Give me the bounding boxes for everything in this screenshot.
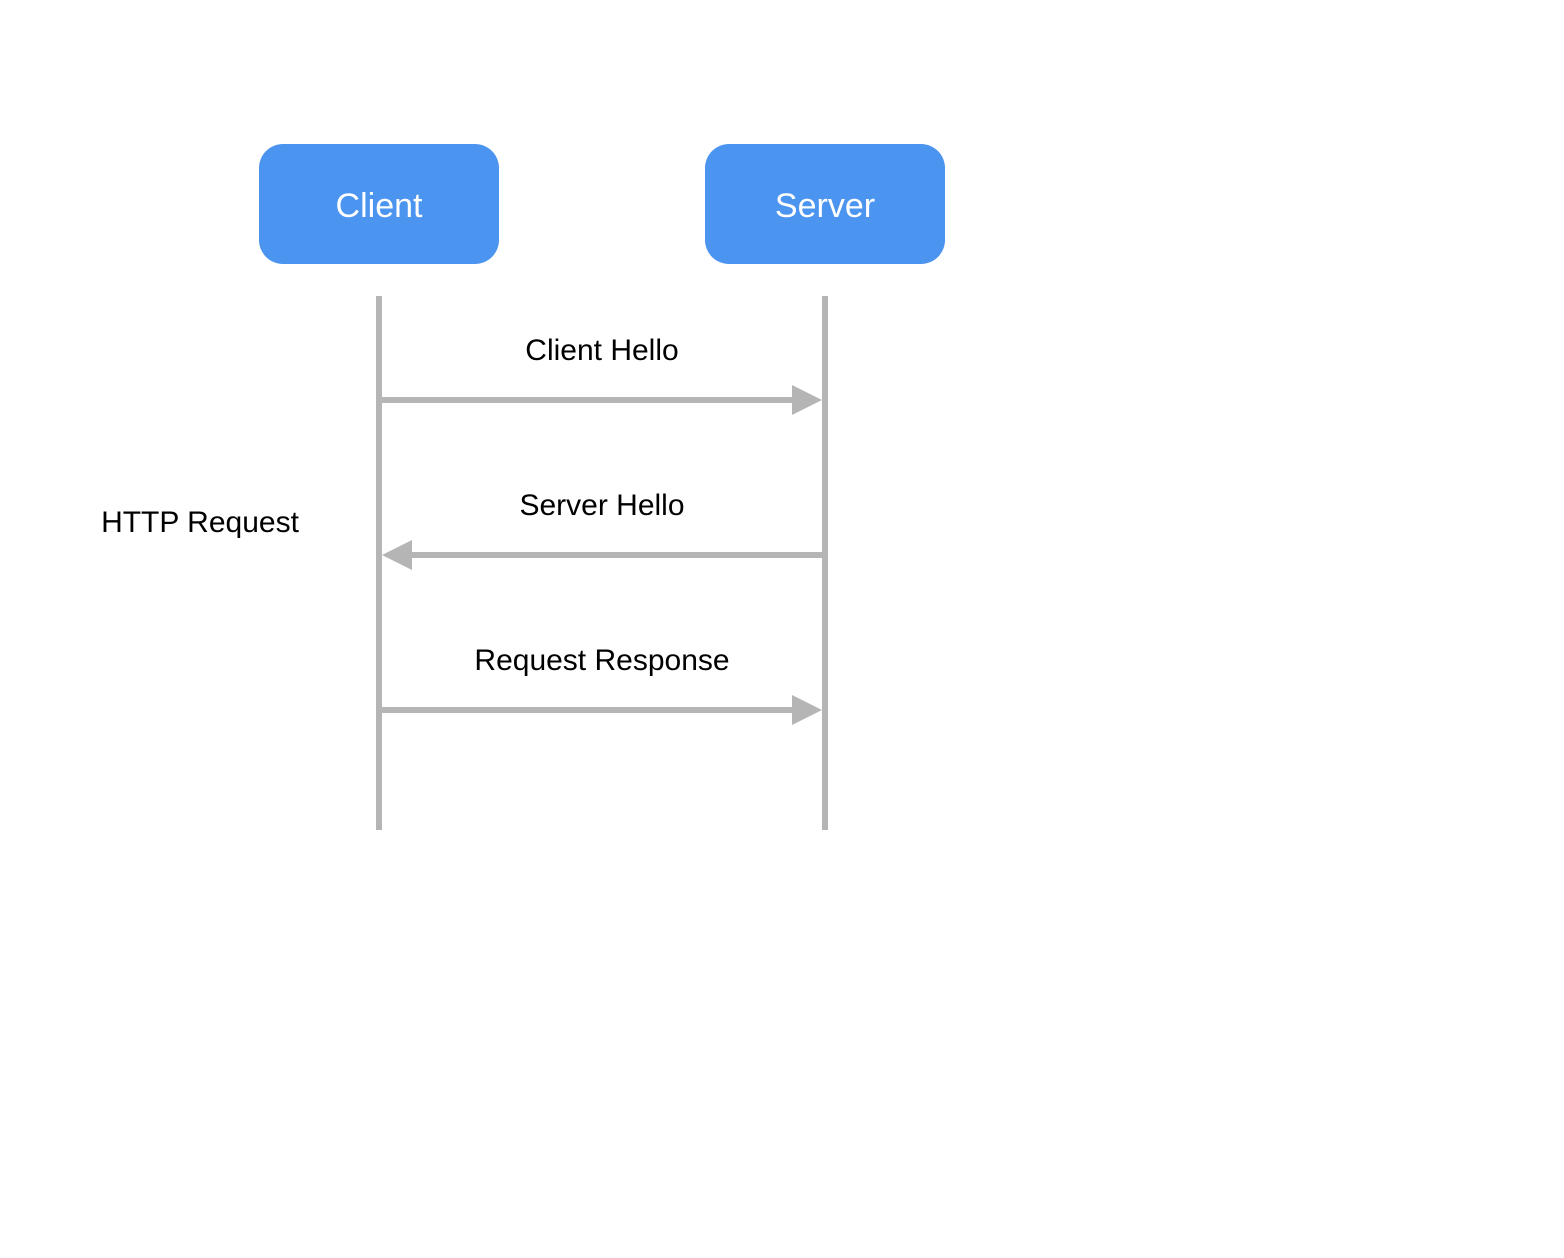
- participant-client-label: Client: [336, 187, 423, 225]
- participant-server: Server: [705, 144, 945, 264]
- message-client-hello: Client Hello: [382, 334, 822, 415]
- arrowhead-left-icon: [382, 540, 412, 570]
- message-server-hello-label: Server Hello: [519, 489, 684, 522]
- message-request-response-label: Request Response: [474, 644, 729, 677]
- arrowhead-right-icon: [792, 385, 822, 415]
- participant-client: Client: [259, 144, 499, 264]
- side-label-http-request: HTTP Request: [101, 506, 300, 539]
- message-server-hello: Server Hello: [382, 489, 822, 570]
- participant-server-label: Server: [775, 187, 875, 225]
- message-client-hello-label: Client Hello: [525, 334, 678, 367]
- sequence-diagram: Client Server Client Hello Server Hello …: [0, 0, 1564, 1258]
- arrowhead-right-icon: [792, 695, 822, 725]
- message-request-response: Request Response: [382, 644, 822, 725]
